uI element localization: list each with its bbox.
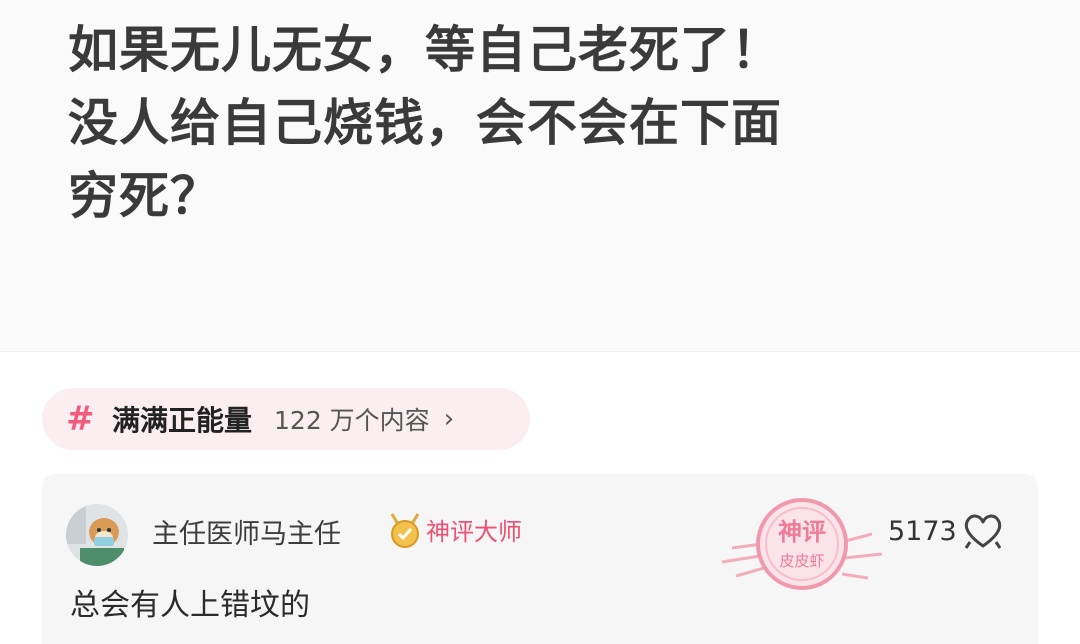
topic-count: 122 万个内容: [274, 406, 430, 435]
like-count: 5173: [888, 516, 957, 547]
post-text: 如果无儿无女，等自己老死了！ 没人给自己烧钱，会不会在下面 穷死？: [68, 14, 1028, 233]
comment-text: 总会有人上错坟的: [70, 588, 310, 623]
topic-chip[interactable]: # 满满正能量 122 万个内容 ›: [42, 388, 530, 450]
avatar[interactable]: [66, 504, 128, 566]
chevron-right-icon: ›: [443, 404, 455, 434]
post-card[interactable]: 如果无儿无女，等自己老死了！ 没人给自己烧钱，会不会在下面 穷死？: [0, 0, 1080, 352]
author-name[interactable]: 主任医师马主任: [152, 512, 341, 551]
page: 如果无儿无女，等自己老死了！ 没人给自己烧钱，会不会在下面 穷死？ # 满满正能…: [0, 0, 1080, 644]
post-text-line-1: 如果无儿无女，等自己老死了！: [68, 21, 782, 79]
heart-icon[interactable]: [962, 512, 1004, 550]
stamp-bottom-text: 皮皮虾: [779, 552, 824, 570]
medal-icon: [388, 510, 422, 550]
comment-card[interactable]: 主任医师马主任 神评大师 总会有人上错坟的 神评 皮皮虾 5173: [42, 474, 1038, 644]
hash-icon: #: [66, 399, 95, 439]
stamp-top-text: 神评: [778, 518, 826, 546]
stamp-icon: 神评 皮皮虾: [692, 478, 892, 610]
post-text-line-2: 没人给自己烧钱，会不会在下面: [68, 94, 782, 152]
post-text-line-3: 穷死？: [68, 167, 221, 225]
badge-label: 神评大师: [426, 518, 522, 546]
topic-name: 满满正能量: [112, 404, 253, 437]
